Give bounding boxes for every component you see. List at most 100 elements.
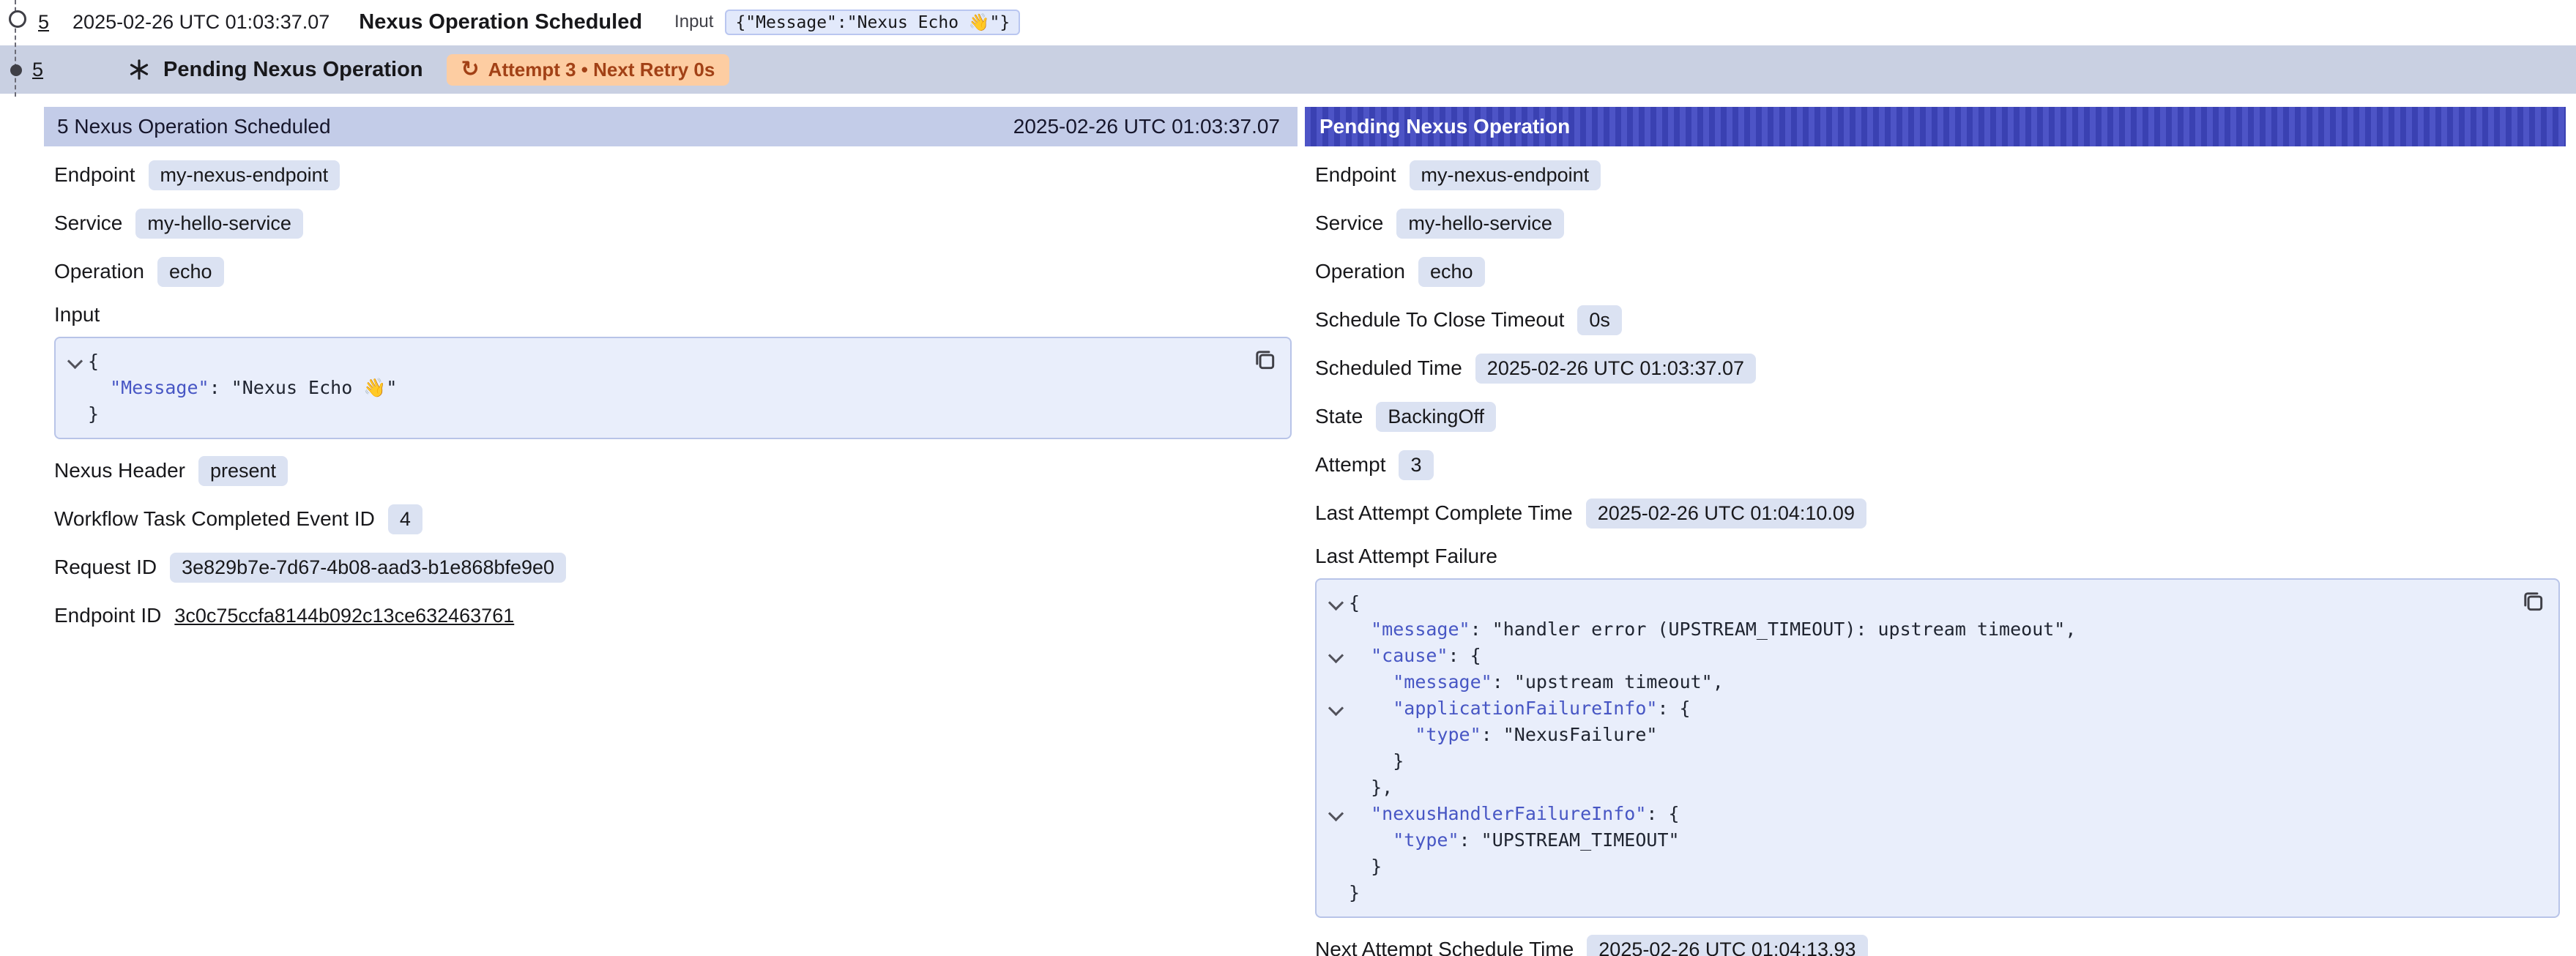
failure-json-code: { "message": "handler error (UPSTREAM_TI… xyxy=(1322,590,2509,906)
chevron-down-icon xyxy=(1328,806,1343,821)
retry-icon: ↻ xyxy=(461,59,480,81)
input-json-block: { "Message": "Nexus Echo 👋"} xyxy=(54,337,1292,439)
detail-field-service: Service my-hello-service xyxy=(1315,206,2563,240)
pending-operation-fields: Endpoint my-nexus-endpoint Service my-hello… xyxy=(1312,158,2563,530)
nexus-operation-icon xyxy=(128,59,150,81)
field-label: Schedule To Close Timeout xyxy=(1315,308,1564,332)
field-value: 4 xyxy=(388,504,422,534)
event-title: Nexus Operation Scheduled xyxy=(359,10,642,34)
field-value: 2025-02-26 UTC 01:04:13.93 xyxy=(1587,935,1867,956)
chevron-down-icon xyxy=(1328,648,1343,663)
code-text: "type": "NexusFailure" xyxy=(1349,722,1657,748)
event-id-link[interactable]: 5 xyxy=(38,11,49,34)
code-text: } xyxy=(1349,854,1382,880)
chevron-down-icon xyxy=(67,354,82,369)
field-value: 3 xyxy=(1399,450,1433,480)
event-timeline-rail xyxy=(0,0,32,97)
code-gutter xyxy=(1322,880,1349,906)
timeline-dot-icon xyxy=(10,64,22,76)
event-detail-body: Endpointmy-nexus-endpoint Service my-hello… xyxy=(44,146,1298,632)
field-label: Operation xyxy=(54,260,144,283)
code-line: "message": "upstream timeout", xyxy=(1322,669,2509,695)
detail-field-endpoint: Endpointmy-nexus-endpoint xyxy=(54,158,1295,192)
field-label: Nexus Header xyxy=(54,459,185,482)
field-label: Scheduled Time xyxy=(1315,356,1462,380)
field-value[interactable]: 3c0c75ccfa8144b092c13ce632463761 xyxy=(174,605,514,627)
code-line: "cause": { xyxy=(1322,643,2509,669)
code-text: "message": "upstream timeout", xyxy=(1349,669,1724,695)
collapse-toggle[interactable] xyxy=(1322,801,1349,827)
field-value: my-hello-service xyxy=(135,209,303,239)
temporal-event-history-page: 5 2025-02-26 UTC 01:03:37.07 Nexus Opera… xyxy=(0,0,2576,956)
code-gutter xyxy=(1322,827,1349,854)
code-text: "nexusHandlerFailureInfo": { xyxy=(1349,801,1680,827)
event-detail-fields: Endpointmy-nexus-endpoint Service my-hello… xyxy=(51,158,1295,288)
code-text: { xyxy=(88,348,99,375)
field-value: 2025-02-26 UTC 01:04:10.09 xyxy=(1586,498,1866,529)
field-value: 0s xyxy=(1577,305,1622,335)
detail-field-next-attempt-schedule-time: Next Attempt Schedule Time2025-02-26 UTC… xyxy=(1315,933,2563,956)
code-gutter xyxy=(1322,774,1349,801)
field-label: Attempt xyxy=(1315,453,1385,477)
pending-operation-header-title: Pending Nexus Operation xyxy=(1319,115,1570,138)
pending-operation-body: Endpoint my-nexus-endpoint Service my-hello… xyxy=(1305,146,2566,956)
detail-field-scheduled-time: Scheduled Time 2025-02-26 UTC 01:03:37.07 xyxy=(1315,351,2563,385)
copy-icon xyxy=(1252,347,1277,372)
pending-nexus-operation-row[interactable]: 5 Pending Nexus Operation ↻ Attempt 3 • … xyxy=(0,44,2576,94)
event-row-nexus-operation-scheduled[interactable]: 5 2025-02-26 UTC 01:03:37.07 Nexus Opera… xyxy=(0,0,2576,44)
code-gutter xyxy=(1322,722,1349,748)
code-gutter xyxy=(62,401,88,427)
copy-button[interactable] xyxy=(2520,589,2545,613)
code-text: "cause": { xyxy=(1349,643,1481,669)
code-line: "applicationFailureInfo": { xyxy=(1322,695,2509,722)
code-text: } xyxy=(1349,748,1404,774)
field-label: State xyxy=(1315,405,1363,428)
detail-field-schedule-to-close-timeout: Schedule To Close Timeout 0s xyxy=(1315,303,2563,337)
chevron-down-icon xyxy=(1328,595,1343,610)
code-line: } xyxy=(1322,880,2509,906)
code-gutter xyxy=(1322,748,1349,774)
field-value: my-nexus-endpoint xyxy=(149,160,340,190)
detail-field-attempt: Attempt 3 xyxy=(1315,448,2563,482)
field-label: Service xyxy=(1315,212,1383,235)
code-line: { xyxy=(1322,590,2509,616)
field-label: Workflow Task Completed Event ID xyxy=(54,507,375,531)
code-line: } xyxy=(1322,748,2509,774)
event-detail-panel: 5 Nexus Operation Scheduled 2025-02-26 U… xyxy=(44,107,1298,647)
input-block-label: Input xyxy=(54,303,1295,326)
input-preview-chip: {"Message":"Nexus Echo 👋"} xyxy=(725,10,1020,35)
code-line: "message": "handler error (UPSTREAM_TIME… xyxy=(1322,616,2509,643)
event-detail-header: 5 Nexus Operation Scheduled 2025-02-26 U… xyxy=(44,107,1298,146)
pending-operation-header: Pending Nexus Operation xyxy=(1305,107,2566,146)
collapse-toggle[interactable] xyxy=(1322,590,1349,616)
code-line: "nexusHandlerFailureInfo": { xyxy=(1322,801,2509,827)
field-value: echo xyxy=(1418,257,1485,287)
code-line: } xyxy=(1322,854,2509,880)
code-text: "applicationFailureInfo": { xyxy=(1349,695,1691,722)
field-value: my-nexus-endpoint xyxy=(1410,160,1601,190)
copy-button[interactable] xyxy=(1252,347,1277,372)
detail-field-request-id: Request ID 3e829b7e-7d67-4b08-aad3-b1e868… xyxy=(54,550,1295,584)
chevron-down-icon xyxy=(1328,701,1343,716)
field-label: Endpoint ID xyxy=(54,604,161,627)
event-detail-timestamp: 2025-02-26 UTC 01:03:37.07 xyxy=(1013,115,1280,138)
field-label: Operation xyxy=(1315,260,1405,283)
code-text: "Message": "Nexus Echo 👋" xyxy=(88,375,397,401)
field-value: present xyxy=(198,456,288,486)
code-gutter xyxy=(1322,616,1349,643)
event-id-link[interactable]: 5 xyxy=(32,59,43,81)
collapse-toggle[interactable] xyxy=(1322,643,1349,669)
field-label: Request ID xyxy=(54,556,157,579)
collapse-toggle[interactable] xyxy=(1322,695,1349,722)
field-value: 3e829b7e-7d67-4b08-aad3-b1e868bfe9e0 xyxy=(170,553,566,583)
code-text: } xyxy=(88,401,99,427)
field-value: my-hello-service xyxy=(1396,209,1564,239)
field-label: Endpoint xyxy=(1315,163,1396,187)
field-value: 2025-02-26 UTC 01:03:37.07 xyxy=(1475,354,1756,384)
failure-block-label: Last Attempt Failure xyxy=(1315,545,2563,568)
detail-field-nexus-header: Nexus Header present xyxy=(54,454,1295,488)
code-line: { xyxy=(62,348,1240,375)
field-label: Service xyxy=(54,212,122,235)
pending-operation-panel: Pending Nexus Operation Endpoint my-nexus… xyxy=(1305,107,2566,956)
collapse-toggle[interactable] xyxy=(62,348,88,375)
